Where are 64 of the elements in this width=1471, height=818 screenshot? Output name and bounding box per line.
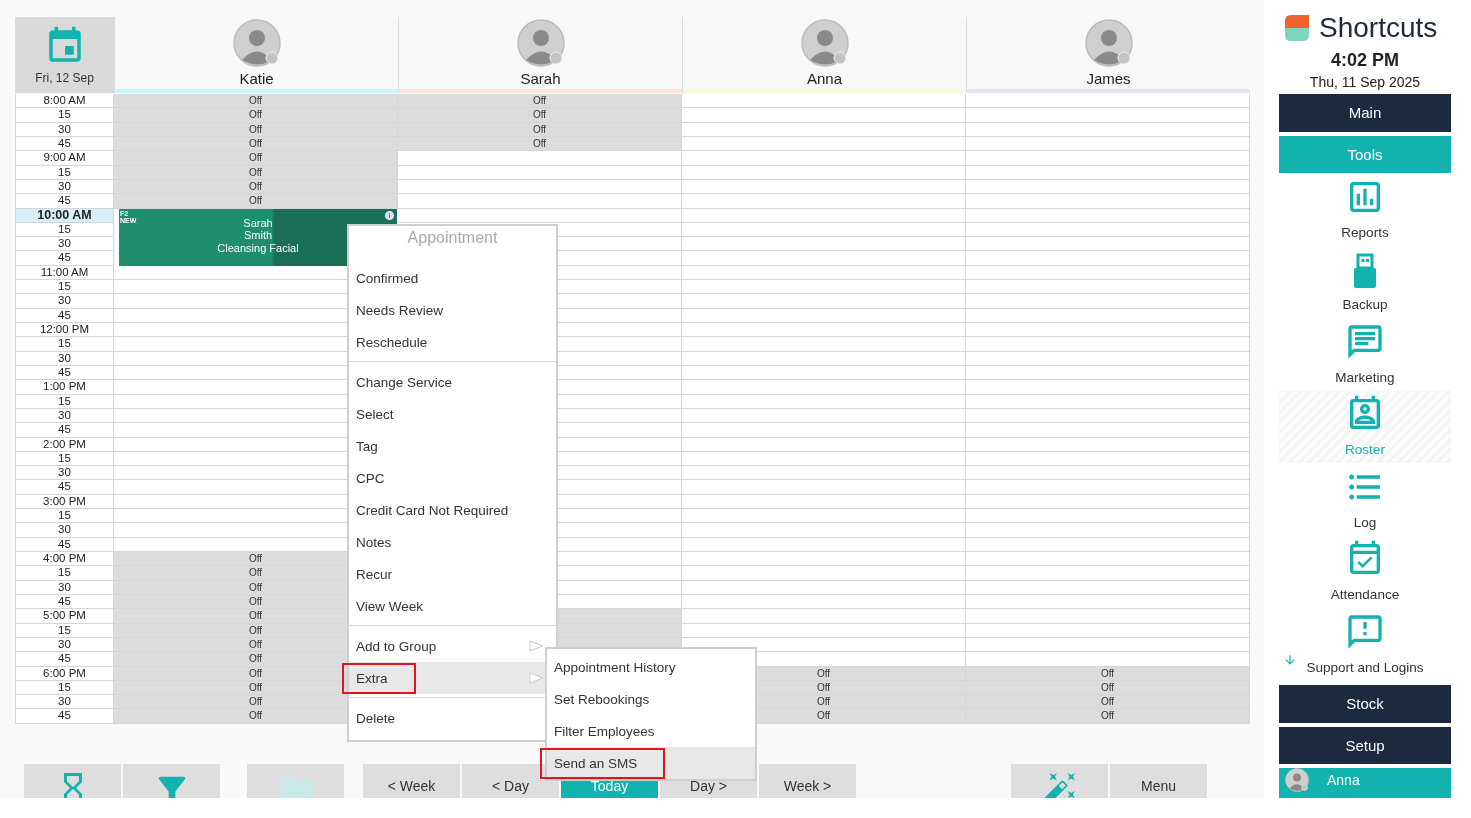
time-cell: 45 (15, 194, 114, 209)
off-cell: Off (966, 709, 1250, 724)
menu-item-label: Extra (342, 662, 416, 694)
menu-item-label: Notes (355, 533, 393, 552)
menu-item-label: Reschedule (355, 333, 429, 352)
menu-item-label: CPC (355, 469, 386, 488)
time-cell: 15 (15, 108, 114, 123)
staff-name: James (1086, 70, 1131, 87)
time-cell: 8:00 AM (15, 94, 114, 109)
shortcut-label: Attendance (1330, 587, 1400, 603)
user-name: Anna (1327, 771, 1360, 789)
date-label: Fri, 12 Sep (35, 71, 94, 85)
time-cell: 45 (15, 423, 114, 438)
menu-item-label: Credit Card Not Required (355, 501, 510, 520)
clock-date: Thu, 11 Sep 2025 (1308, 74, 1422, 90)
off-cell: Off (114, 151, 398, 166)
off-cell: Off (114, 194, 398, 209)
time-cell: 45 (15, 652, 114, 667)
menu-item-label: Send an SMS (540, 747, 666, 779)
menu-item-label: Change Service (355, 373, 454, 392)
appointment-text: Smith (243, 229, 273, 242)
shortcut-label: Reports (1341, 224, 1389, 240)
time-cell: 5:00 PM (15, 609, 114, 624)
menu-title: Appointment (406, 229, 499, 247)
appointment-text: Sarah (243, 216, 273, 230)
clock-time: 4:02 PM (1330, 50, 1400, 71)
time-cell: 45 (15, 251, 114, 266)
menu-item-label: Select (355, 405, 395, 424)
staff-name: Anna (806, 70, 842, 87)
time-cell: 30 (15, 695, 114, 710)
time-cell: 15 (15, 566, 114, 581)
time-cell: 30 (15, 294, 114, 309)
time-cell: 30 (15, 237, 114, 252)
time-cell: 15 (15, 509, 114, 524)
sidebar-title: Shortcuts (1319, 12, 1438, 44)
shortcut-label: Support and Logins (1306, 659, 1424, 675)
staff-name: Katie (239, 70, 274, 87)
time-cell: 45 (15, 480, 114, 495)
time-cell: 9:00 AM (15, 151, 114, 166)
appointment-text: Cleansing Facial (217, 241, 299, 255)
time-cell: 45 (15, 709, 114, 724)
off-cell: Off (398, 94, 682, 109)
menu-item-label: Confirmed (355, 269, 420, 288)
shortcut-label: Backup (1342, 297, 1388, 313)
time-cell: 30 (15, 523, 114, 538)
shortcut-label: Log (1353, 514, 1377, 530)
time-cell: 4:00 PM (15, 552, 114, 567)
shortcut-label: Roster (1345, 442, 1385, 458)
staff-name: Sarah (520, 70, 561, 87)
menu-item-label: Needs Review (355, 301, 445, 320)
shortcut-label: Marketing (1335, 369, 1395, 385)
menu-item-label: Set Rebookings (553, 690, 651, 709)
time-cell: 15 (15, 280, 114, 295)
time-cell: 15 (15, 337, 114, 352)
off-cell: Off (114, 94, 398, 109)
menu-item-label: Tag (355, 437, 379, 456)
menu-item-label: Filter Employees (553, 722, 656, 741)
off-cell: Off (114, 108, 398, 123)
time-cell: 12:00 PM (15, 323, 114, 338)
off-cell: Off (966, 695, 1250, 710)
off-cell: Off (398, 108, 682, 123)
menu-item-label: Appointment History (553, 658, 677, 677)
time-cell: 30 (15, 466, 114, 481)
time-cell: 1:00 PM (15, 380, 114, 395)
